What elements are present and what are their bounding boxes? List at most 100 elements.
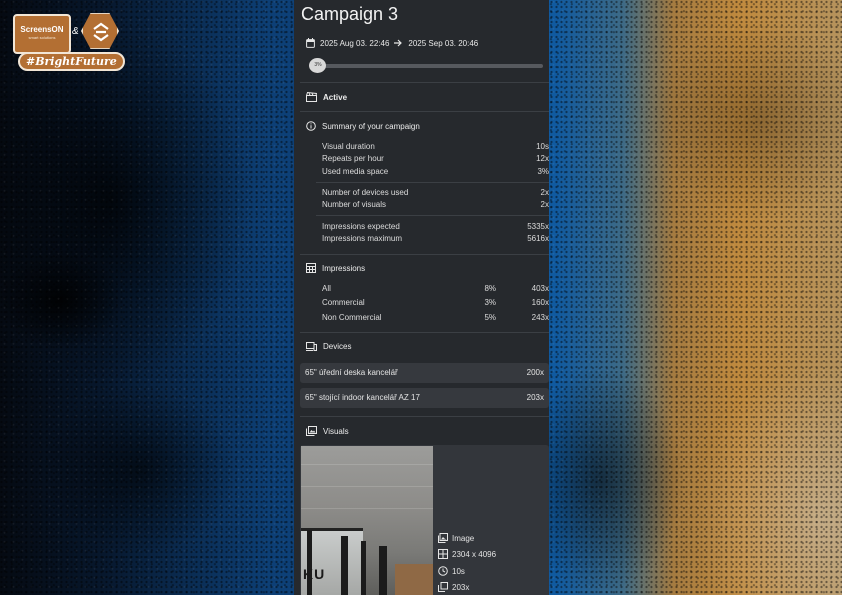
campaign-end-date: 2025 Sep 03. 20:46 [408,38,479,48]
visual-type-label: Image [452,533,475,543]
thumbnail-sign-text: KU [303,566,326,582]
visual-resolution-label: 2304 x 4096 [452,549,497,559]
summary-row-value: 3% [537,167,549,176]
resolution-icon [438,549,448,559]
impressions-row-label: Non Commercial [322,313,382,322]
device-name: 65" stojící indoor kancelář AZ 17 [305,393,420,402]
impressions-heading: Impressions [306,263,365,273]
impressions-row-percent: 8% [484,284,496,293]
impressions-row: All 8% 403x [322,284,549,295]
divider [316,215,549,216]
devices-heading: Devices [306,342,351,351]
copies-icon [438,582,448,592]
summary-row: Used media space 3% [322,167,549,178]
summary-heading-label: Summary of your campaign [322,121,420,131]
visual-duration-label: 10s [452,566,465,576]
page-title: Campaign 3 [301,4,399,24]
status-label: Active [323,92,348,102]
divider [300,82,549,83]
summary-heading: Summary of your campaign [306,121,420,131]
impressions-row: Commercial 3% 160x [322,298,549,309]
device-impressions: 203x [526,393,544,402]
divider [300,332,549,333]
screenson-logo: ScreensON smart solutions [13,14,71,54]
thumbnail-detail [307,530,312,595]
campaign-panel: Campaign 3 2025 Aug 03. 22:46 2025 Sep 0… [294,0,549,595]
summary-row: Impressions expected 5335x [322,222,549,233]
summary-row: Number of devices used 2x [322,188,549,199]
thumbnail-detail [395,564,433,595]
logo-tagline: #BrightFuture [18,52,125,71]
visual-type: Image [438,533,474,543]
device-item[interactable]: 65" stojící indoor kancelář AZ 17 203x [300,388,549,408]
campaign-date-range: 2025 Aug 03. 22:46 2025 Sep 03. 20:46 [306,37,478,49]
summary-row-label: Visual duration [322,142,375,151]
impressions-row: Non Commercial 5% 243x [322,313,549,324]
divider [316,182,549,183]
campaign-status: Active [306,92,347,102]
campaign-progress-track [311,64,543,68]
summary-row-label: Number of devices used [322,188,409,197]
partner-hex-logo-icon [81,13,119,49]
visual-duration: 10s [438,566,465,576]
thumbnail-detail [361,541,366,595]
campaign-progress-thumb[interactable]: 3% [309,58,327,73]
device-name: 65" úřední deska kancelář [305,368,398,377]
divider [300,111,549,112]
summary-row-value: 2x [540,188,549,197]
thumbnail-detail [301,486,433,487]
info-icon [306,121,316,131]
summary-row: Impressions maximum 5616x [322,234,549,245]
logo-ampersand: & [72,26,79,37]
image-icon [438,533,448,543]
visual-count-label: 203x [452,582,470,592]
divider [300,416,549,417]
visual-count: 203x [438,582,469,592]
impressions-row-label: All [322,284,331,293]
summary-row-label: Impressions expected [322,222,400,231]
visuals-heading-label: Visuals [323,426,349,436]
visual-resolution: 2304 x 4096 [438,549,496,559]
impressions-row-percent: 3% [484,298,496,307]
thumbnail-detail [341,536,348,595]
impressions-row-percent: 5% [484,313,496,322]
visual-card[interactable]: KU Image 2304 x 4096 10s 203x [300,445,549,595]
brand-logo: ScreensON smart solutions & #BrightFutur… [12,12,125,74]
visuals-heading: Visuals [306,426,349,436]
summary-row-label: Used media space [322,167,389,176]
summary-row: Number of visuals 2x [322,200,549,211]
visual-thumbnail[interactable]: KU [301,446,433,595]
clapperboard-icon [306,92,317,102]
devices-heading-label: Devices [323,342,352,351]
divider [300,254,549,255]
clock-icon [438,566,448,576]
summary-row: Visual duration 10s [322,142,549,153]
impressions-row-value: 243x [531,313,549,322]
thumbnail-detail [301,464,433,465]
impressions-row-value: 160x [531,298,549,307]
summary-row-value: 10s [536,142,549,151]
logo-brand-text: ScreensON [20,25,64,34]
device-item[interactable]: 65" úřední deska kancelář 200x [300,363,549,383]
devices-icon [306,342,317,351]
summary-row-label: Repeats per hour [322,154,384,163]
impressions-heading-label: Impressions [322,263,366,273]
device-impressions: 200x [526,368,544,377]
thumbnail-detail [379,546,387,595]
impressions-row-value: 403x [531,284,549,293]
summary-row-value: 2x [540,200,549,209]
summary-row-value: 5616x [527,234,549,243]
arrow-right-icon [394,39,403,47]
grid-icon [306,263,316,273]
summary-row: Repeats per hour 12x [322,154,549,165]
logo-sub-text: smart solutions [28,35,56,40]
summary-row-value: 12x [536,154,549,163]
summary-row-value: 5335x [527,222,549,231]
summary-row-label: Impressions maximum [322,234,403,243]
summary-row-label: Number of visuals [322,200,387,209]
gallery-icon [306,426,317,436]
campaign-start-date: 2025 Aug 03. 22:46 [320,38,390,48]
thumbnail-detail [301,508,433,509]
impressions-row-label: Commercial [322,298,365,307]
calendar-icon [306,38,315,48]
